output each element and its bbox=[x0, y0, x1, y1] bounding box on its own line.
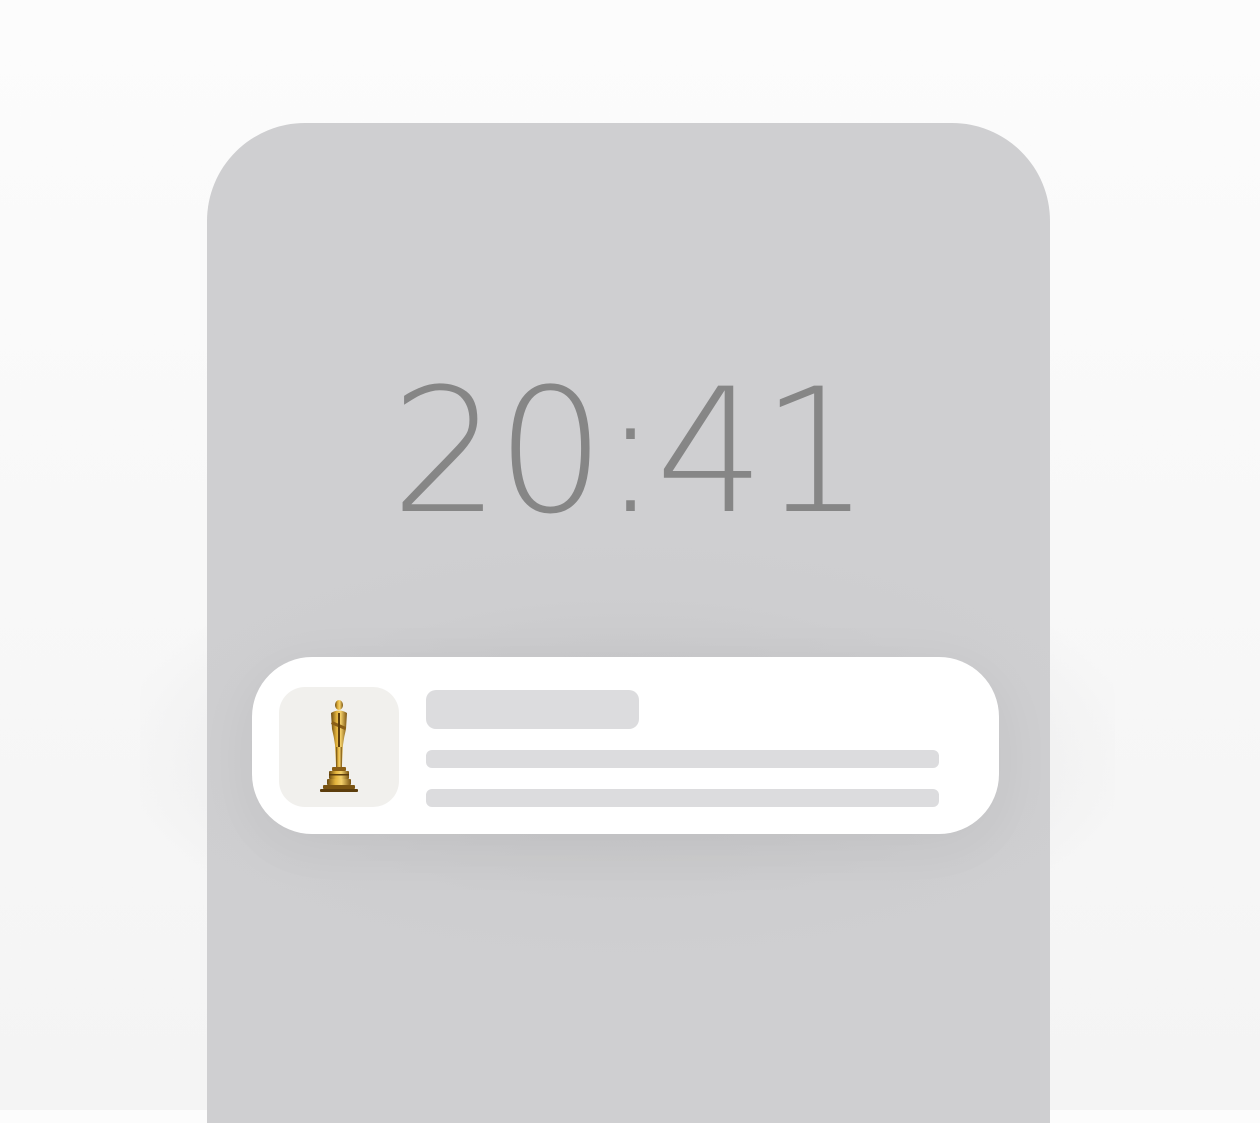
notification-card[interactable] bbox=[252, 657, 999, 834]
phone-lockscreen bbox=[207, 123, 1050, 1123]
notification-body-line-placeholder bbox=[426, 750, 939, 768]
oscar-statuette-icon bbox=[320, 700, 358, 792]
notification-title-placeholder bbox=[426, 690, 639, 729]
notification-body-line-placeholder bbox=[426, 789, 939, 807]
app-icon-tile bbox=[279, 687, 399, 807]
lockscreen-clock: 20:41 bbox=[390, 351, 871, 552]
